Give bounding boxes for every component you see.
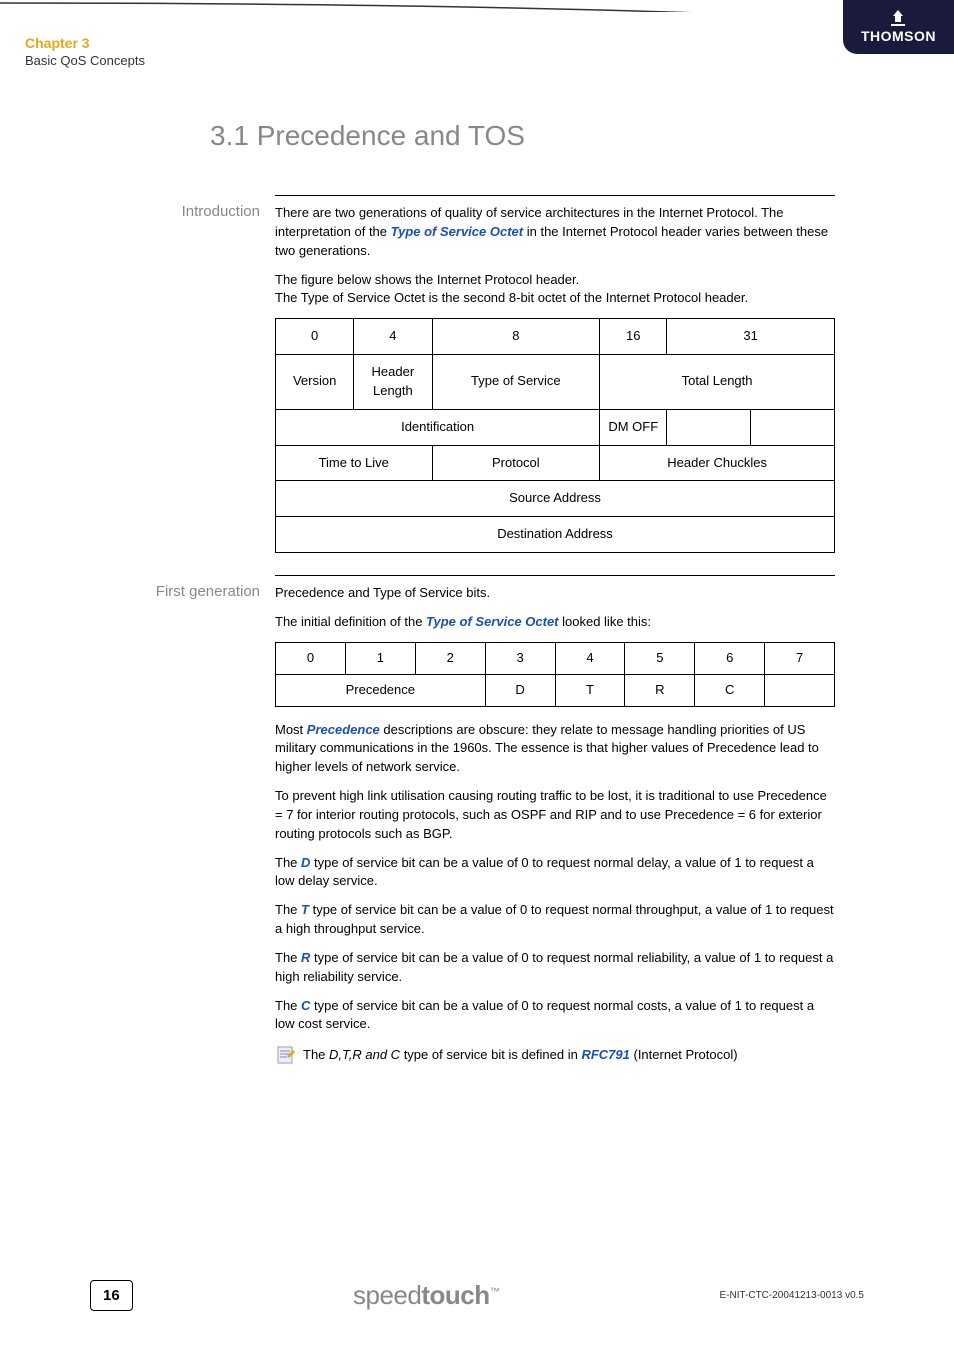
rule (275, 575, 835, 576)
tos-octet-link[interactable]: Type of Service Octet (391, 224, 523, 239)
note: The D,T,R and C type of service bit is d… (275, 1044, 835, 1072)
section-introduction: Introduction There are two generations o… (0, 195, 954, 567)
gen1-p4: To prevent high link utilisation causing… (275, 787, 835, 844)
top-curve (0, 0, 954, 12)
intro-p2: The figure below shows the Internet Prot… (275, 271, 835, 309)
footer-logo: speedtouch™ (133, 1280, 720, 1311)
brand-icon (889, 10, 907, 26)
rule (275, 195, 835, 196)
table-row: 0 1 2 3 4 5 6 7 (276, 642, 835, 674)
gen1-p2: The initial definition of the Type of Se… (275, 613, 835, 632)
gen1-pT: The T type of service bit can be a value… (275, 901, 835, 939)
content: Introduction There are two generations o… (0, 195, 954, 1080)
tos-bits-table: 0 1 2 3 4 5 6 7 Precedence D T R C (275, 642, 835, 707)
tos-octet-link[interactable]: Type of Service Octet (426, 614, 558, 629)
section-body-intro: There are two generations of quality of … (275, 195, 835, 567)
intro-p1: There are two generations of quality of … (275, 204, 835, 261)
gen1-p1: Precedence and Type of Service bits. (275, 584, 835, 603)
brand-logo: THOMSON (843, 0, 954, 54)
table-row: Identification DM OFF (276, 409, 835, 445)
note-text: The D,T,R and C type of service bit is d… (303, 1044, 738, 1064)
page-number: 16 (90, 1280, 133, 1311)
precedence-link[interactable]: Precedence (307, 722, 380, 737)
rfc791-link[interactable]: RFC791 (581, 1047, 629, 1062)
gen1-pR: The R type of service bit can be a value… (275, 949, 835, 987)
section-label-intro: Introduction (0, 195, 275, 567)
page-header: Chapter 3 Basic QoS Concepts (25, 35, 929, 68)
table-row: Precedence D T R C (276, 674, 835, 706)
chapter-title: Chapter 3 (25, 35, 929, 51)
gen1-p3: Most Precedence descriptions are obscure… (275, 721, 835, 778)
section-first-generation: First generation Precedence and Type of … (0, 575, 954, 1072)
table-row: 0 4 8 16 31 (276, 319, 835, 355)
table-row: Time to Live Protocol Header Chuckles (276, 445, 835, 481)
section-body-gen1: Precedence and Type of Service bits. The… (275, 575, 835, 1072)
page-footer: 16 speedtouch™ E-NIT-CTC-20041213-0013 v… (0, 1280, 954, 1311)
table-row: Version Header Length Type of Service To… (276, 355, 835, 410)
table-row: Source Address (276, 481, 835, 517)
brand-text: THOMSON (861, 28, 936, 44)
footer-docid: E-NIT-CTC-20041213-0013 v0.5 (719, 1290, 864, 1301)
note-icon (275, 1044, 303, 1072)
ip-header-table: 0 4 8 16 31 Version Header Length Type o… (275, 318, 835, 553)
table-row: Destination Address (276, 517, 835, 553)
gen1-pC: The C type of service bit can be a value… (275, 997, 835, 1035)
gen1-pD: The D type of service bit can be a value… (275, 854, 835, 892)
page-title: 3.1 Precedence and TOS (210, 120, 525, 152)
section-label-gen1: First generation (0, 575, 275, 1072)
chapter-subtitle: Basic QoS Concepts (25, 53, 929, 68)
